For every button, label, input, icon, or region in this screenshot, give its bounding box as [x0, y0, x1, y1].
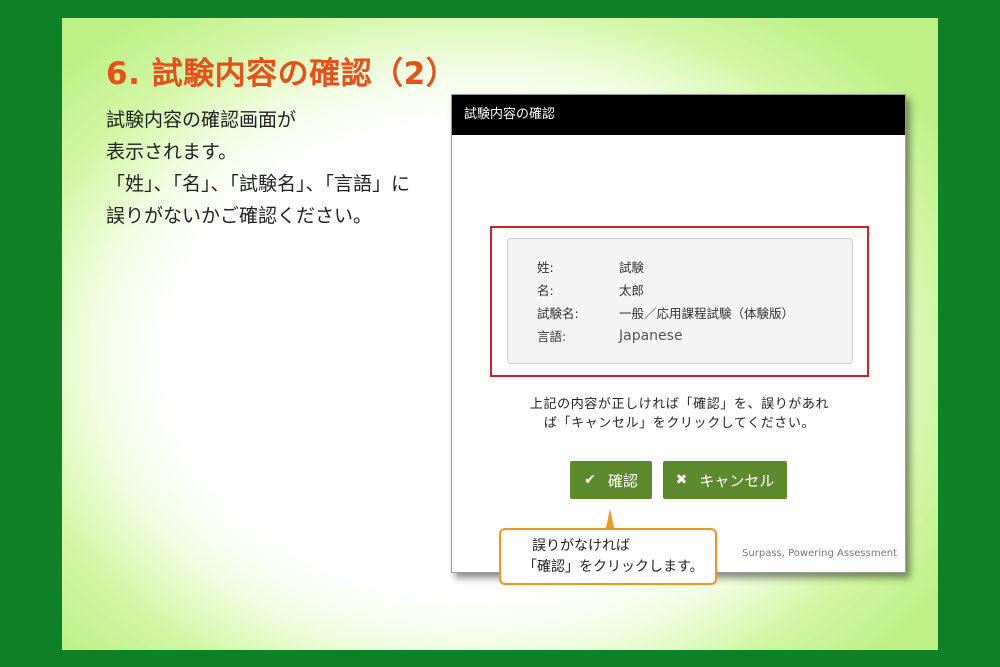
- info-label: 言語:: [537, 329, 567, 344]
- page-title: 6. 試験内容の確認（2）: [106, 56, 458, 92]
- exam-info-panel: 姓: 試験 名: 太郎 試験名: 一般／応用課程試験（体験版） 言語: Japa…: [507, 238, 853, 364]
- cancel-label: キャンセル: [699, 471, 775, 490]
- description-line: 試験内容の確認画面が: [106, 109, 297, 131]
- info-row-surname: 姓: 試験: [508, 255, 852, 278]
- info-row-exam-name: 試験名: 一般／応用課程試験（体験版）: [508, 301, 852, 324]
- highlight-box: 姓: 試験 名: 太郎 試験名: 一般／応用課程試験（体験版） 言語: Japa…: [490, 226, 869, 377]
- info-value: 一般／応用課程試験（体験版）: [619, 306, 795, 321]
- info-label: 試験名:: [537, 306, 579, 321]
- close-icon: ✖: [675, 472, 688, 488]
- confirm-label: 確認: [607, 471, 638, 490]
- info-value: 試験: [619, 260, 645, 275]
- confirm-button[interactable]: ✔ 確認: [570, 461, 652, 499]
- description-line: 「姓」、「名」、「試験名」、「言語」に: [106, 173, 411, 195]
- callout-line: 誤りがなければ: [532, 538, 630, 554]
- instruction-line: 上記の内容が正しければ「確認」を、誤りがあれ: [529, 397, 830, 412]
- instruction-line: ば「キャンセル」をクリックしてください。: [543, 416, 816, 431]
- callout: 誤りがなければ 「確認」をクリックします。: [499, 528, 717, 585]
- callout-line: 「確認」をクリックします。: [523, 559, 704, 575]
- slide-description: 試験内容の確認画面が 表示されます。 「姓」、「名」、「試験名」、「言語」に 誤…: [106, 104, 426, 232]
- info-row-given-name: 名: 太郎: [508, 278, 852, 301]
- info-value: 太郎: [619, 283, 645, 298]
- description-line: 誤りがないかご確認ください。: [106, 205, 373, 227]
- cancel-button[interactable]: ✖ キャンセル: [663, 461, 787, 499]
- footer-branding: Surpass, Powering Assessment: [742, 548, 897, 559]
- info-label: 姓:: [537, 260, 554, 275]
- dialog-title: 試験内容の確認: [452, 95, 905, 135]
- instruction-text: 上記の内容が正しければ「確認」を、誤りがあれ ば「キャンセル」をクリックしてくだ…: [482, 395, 877, 433]
- info-label: 名:: [537, 283, 554, 298]
- check-icon: ✔: [584, 472, 596, 488]
- info-row-language: 言語: Japanese: [508, 324, 852, 347]
- description-line: 表示されます。: [106, 141, 238, 163]
- slide: 6. 試験内容の確認（2） 試験内容の確認画面が 表示されます。 「姓」、「名」…: [62, 18, 938, 650]
- confirm-dialog: 試験内容の確認 姓: 試験 名: 太郎 試験名: 一般／応用課程試験（体験版） …: [451, 94, 906, 573]
- info-value: Japanese: [619, 327, 683, 344]
